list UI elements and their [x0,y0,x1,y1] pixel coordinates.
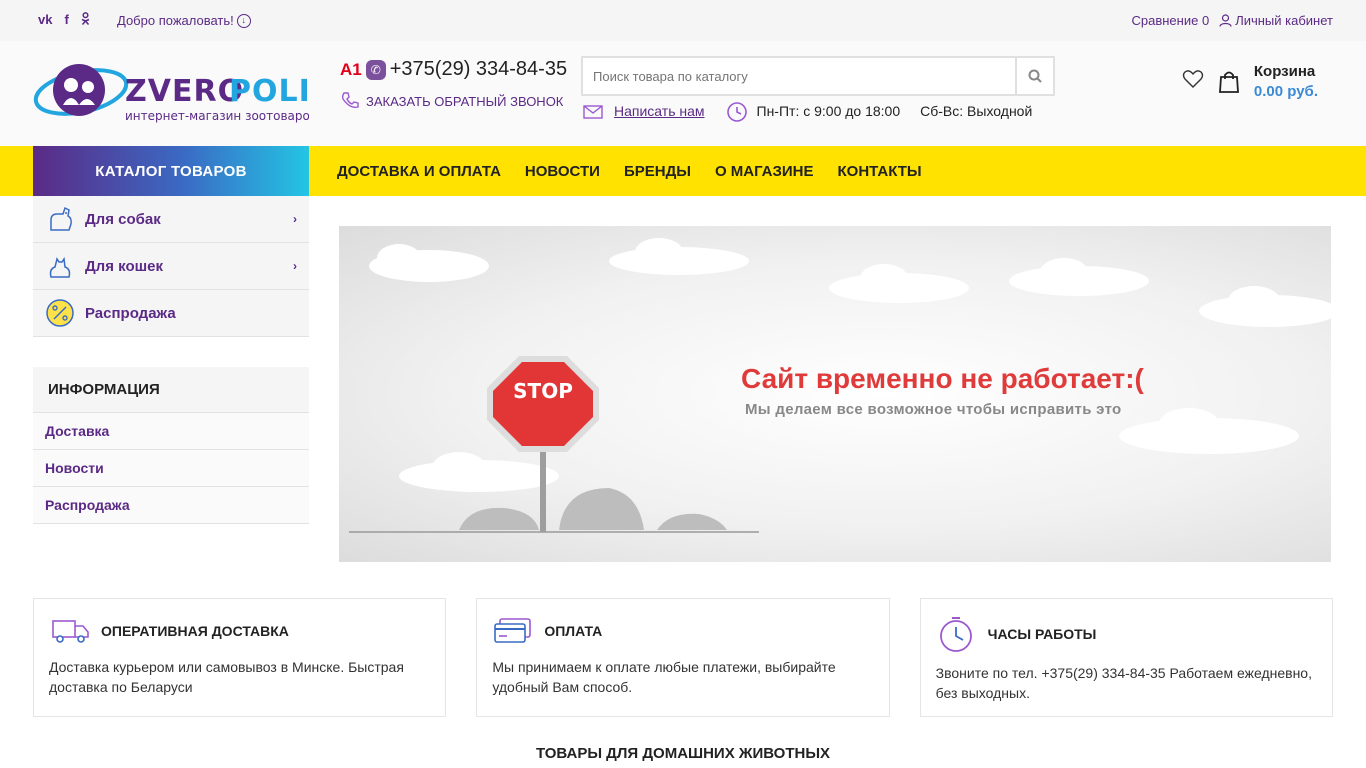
banner-subtitle: Мы делаем все возможное чтобы исправить … [745,401,1122,418]
feature-text: Звоните по тел. +375(29) 334-84-35 Работ… [935,665,1312,701]
account-link[interactable]: Личный кабинет [1219,13,1333,28]
maintenance-banner: STOP Сайт временно не работает:( Мы дела… [339,226,1331,562]
phone-icon [341,92,359,109]
mail-icon [583,105,603,119]
main-nav: КАТАЛОГ ТОВАРОВ ДОСТАВКА И ОПЛАТА НОВОСТ… [0,146,1366,196]
chevron-down-icon: ↓ [236,13,251,28]
feature-title: ОПЕРАТИВНАЯ ДОСТАВКА [101,623,289,639]
section-title: ТОВАРЫ ДЛЯ ДОМАШНИХ ЖИВОТНЫХ [535,745,831,762]
header: ZVERO POLIS интернет-магазин зоотоваров … [0,41,1366,146]
nav-contacts[interactable]: КОНТАКТЫ [838,163,922,180]
dog-icon [45,204,75,234]
feature-title: ЧАСЫ РАБОТЫ [987,626,1097,642]
info-delivery[interactable]: Доставка [33,413,309,450]
chevron-right-icon: › [293,259,297,273]
clock-icon [939,617,972,652]
category-cats[interactable]: Для кошек › [33,243,309,290]
nav-news[interactable]: НОВОСТИ [525,163,600,180]
welcome-text: Добро пожаловать! [117,13,234,28]
svg-text:интернет-магазин зоотоваров: интернет-магазин зоотоваров [125,109,309,123]
phone-link[interactable]: +375(29) 334-84-35 [390,58,567,81]
search-input[interactable] [583,58,1015,94]
heart-icon [1182,70,1204,88]
hours-weekdays: Пн-Пт: с 9:00 до 18:00 [756,103,901,119]
banner-title: Сайт временно не работает:( [741,363,1144,394]
feature-delivery: ОПЕРАТИВНАЯ ДОСТАВКА Доставка курьером и… [33,598,447,717]
clock-icon [726,102,747,122]
user-icon [1219,14,1232,27]
feature-text: Доставка курьером или самовывоз в Минске… [49,659,404,695]
vk-icon[interactable]: vk [38,12,52,28]
info-news[interactable]: Новости [33,450,309,487]
welcome-link[interactable]: Добро пожаловать! ↓ [117,13,251,28]
viber-icon: ✆ [365,59,386,80]
search-icon [1028,69,1042,83]
site-logo[interactable]: ZVERO POLIS интернет-магазин зоотоваров [33,61,332,125]
info-title: ИНФОРМАЦИЯ [33,367,309,413]
card-icon [494,618,532,643]
feature-text: Мы принимаем к оплате любые платежи, выб… [492,659,836,695]
features-row: ОПЕРАТИВНАЯ ДОСТАВКА Доставка курьером и… [33,598,1333,717]
wishlist-button[interactable] [1182,69,1204,94]
nav-about[interactable]: О МАГАЗИНЕ [715,163,814,180]
category-sale[interactable]: Распродажа [33,290,309,337]
catalog-button[interactable]: КАТАЛОГ ТОВАРОВ [33,146,309,196]
category-label: Распродажа [85,304,176,322]
svg-text:ZVERO: ZVERO [125,74,244,109]
odnoklassniki-icon[interactable] [81,12,90,28]
search-button[interactable] [1015,58,1053,94]
cat-icon [45,251,75,281]
social-links: vk f [38,12,90,28]
percent-icon [45,298,75,328]
cart-title: Корзина [1253,63,1316,80]
feature-hours: ЧАСЫ РАБОТЫ Звоните по тел. +375(29) 334… [919,598,1333,717]
category-label: Для собак [85,210,161,228]
info-sale[interactable]: Распродажа [33,487,309,524]
callback-label: Заказать обратный звонок [366,93,564,109]
account-label: Личный кабинет [1235,13,1333,28]
info-block: ИНФОРМАЦИЯ Доставка Новости Распродажа [33,367,309,524]
write-us-link[interactable]: Написать нам [614,103,705,119]
compare-link[interactable]: Сравнение 0 [1132,13,1210,28]
shopping-bag-icon [1218,71,1239,93]
hours-weekend: Сб-Вс: Выходной [920,103,1033,119]
callback-link[interactable]: Заказать обратный звонок [340,91,567,111]
nav-delivery[interactable]: ДОСТАВКА И ОПЛАТА [337,163,501,180]
feature-payment: ОПЛАТА Мы принимаем к оплате любые плате… [476,598,890,717]
cart-button[interactable]: Корзина 0.00 руб. [1218,63,1318,100]
search-box [581,56,1055,96]
feature-title: ОПЛАТА [544,623,603,639]
sidebar: Для собак › Для кошек › Распродажа ИНФОР… [33,196,309,524]
category-label: Для кошек [85,257,163,275]
stop-sign-text: STOP [513,379,573,403]
facebook-icon[interactable]: f [64,12,68,28]
svg-text:POLIS: POLIS [229,74,309,109]
top-bar: vk f Добро пожаловать! ↓ Сравнение 0 Лич… [0,0,1366,41]
nav-brands[interactable]: БРЕНДЫ [624,163,691,180]
category-dogs[interactable]: Для собак › [33,196,309,243]
truck-icon [52,620,89,643]
chevron-right-icon: › [293,212,297,226]
a1-icon: A1 [340,59,362,79]
cart-sum: 0.00 руб. [1253,83,1318,100]
